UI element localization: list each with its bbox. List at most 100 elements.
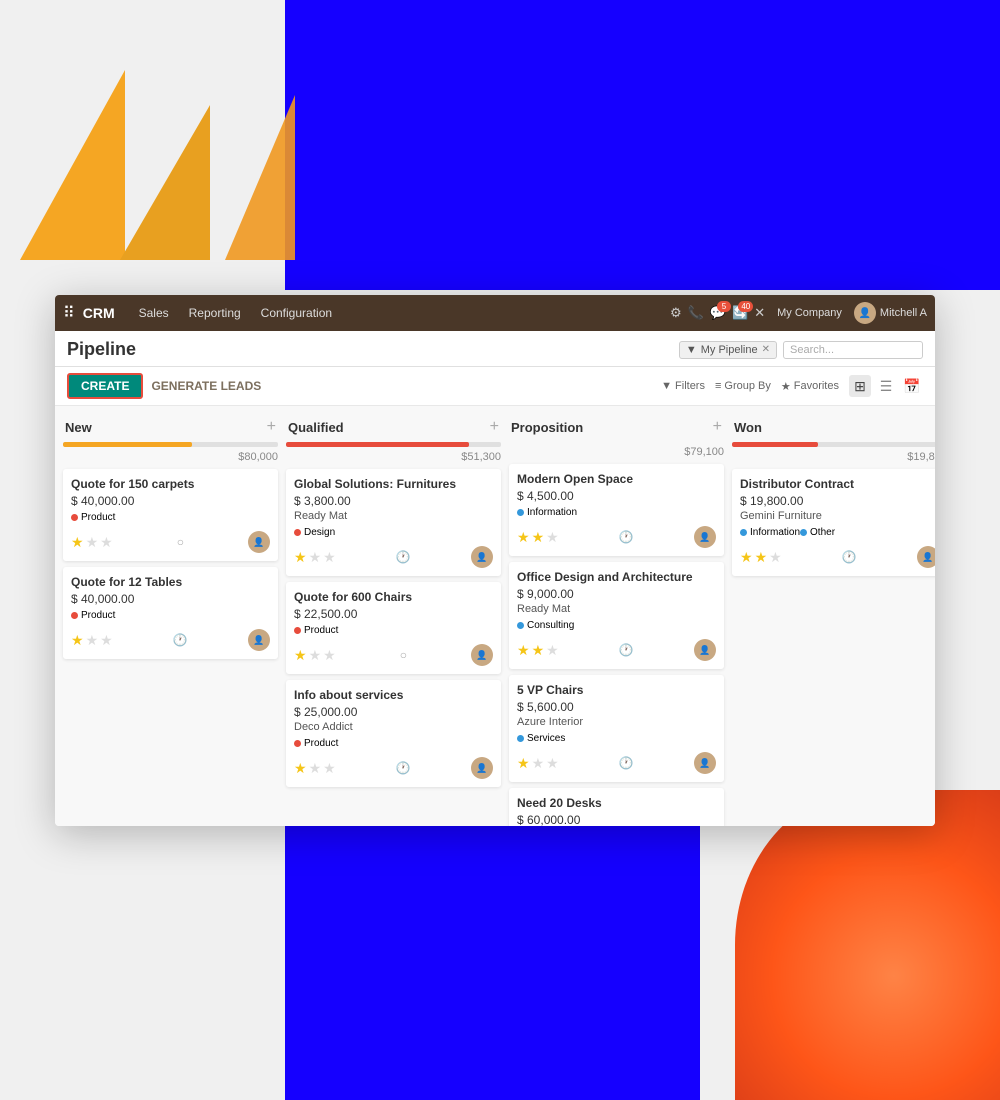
star-1[interactable]: ★ [740, 549, 753, 566]
chat-icon[interactable]: 💬5 [710, 305, 726, 321]
col-progress-qualified [286, 442, 501, 447]
filters-btn[interactable]: ▼ Filters [661, 380, 705, 392]
card-amount: $ 5,600.00 [517, 700, 716, 714]
star-1[interactable]: ★ [517, 642, 530, 659]
tag-label: Product [81, 512, 115, 523]
star-3[interactable]: ★ [100, 534, 113, 551]
star-2[interactable]: ★ [309, 549, 322, 566]
star-1[interactable]: ★ [294, 760, 307, 777]
card-stars[interactable]: ★★★ [71, 632, 113, 649]
card-tag: Information [517, 507, 577, 518]
kanban-card[interactable]: Global Solutions: Furnitures $ 3,800.00 … [286, 469, 501, 576]
star-3[interactable]: ★ [546, 642, 559, 659]
star-2[interactable]: ★ [532, 642, 545, 659]
kanban-view-btn[interactable]: ⊞ [849, 375, 871, 397]
star-2[interactable]: ★ [755, 549, 768, 566]
card-amount: $ 22,500.00 [294, 607, 493, 621]
generate-leads-button[interactable]: GENERATE LEADS [151, 379, 261, 393]
col-add-proposition[interactable]: + [713, 418, 722, 436]
calendar-view-btn[interactable]: 📅 [901, 375, 923, 397]
toolbar: CREATE GENERATE LEADS ▼ Filters ≡ Group … [55, 367, 935, 406]
star-2[interactable]: ★ [86, 632, 99, 649]
col-add-new[interactable]: + [267, 418, 276, 436]
card-stars[interactable]: ★★★ [517, 755, 559, 772]
kanban-card[interactable]: 5 VP Chairs $ 5,600.00 Azure Interior Se… [509, 675, 724, 782]
star-3[interactable]: ★ [323, 760, 336, 777]
star-3[interactable]: ★ [546, 755, 559, 772]
nav-reporting[interactable]: Reporting [181, 302, 249, 324]
kanban-card[interactable]: Distributor Contract $ 19,800.00 Gemini … [732, 469, 935, 576]
group-by-btn[interactable]: ≡ Group By [715, 380, 771, 392]
star-3[interactable]: ★ [769, 549, 782, 566]
favorites-btn[interactable]: ★ Favorites [781, 380, 839, 393]
star-2[interactable]: ★ [86, 534, 99, 551]
kanban-card[interactable]: Office Design and Architecture $ 9,000.0… [509, 562, 724, 669]
star-1[interactable]: ★ [71, 632, 84, 649]
card-title: Quote for 600 Chairs [294, 590, 493, 604]
tag-label: Consulting [527, 620, 574, 631]
col-progress-fill-new [63, 442, 192, 447]
tag-label: Information [527, 507, 577, 518]
card-title: 5 VP Chairs [517, 683, 716, 697]
card-stars[interactable]: ★★★ [294, 549, 336, 566]
nav-user[interactable]: 👤 Mitchell A [854, 302, 927, 324]
kanban-card[interactable]: Quote for 600 Chairs $ 22,500.00 Product… [286, 582, 501, 674]
card-avatar: 👤 [248, 629, 270, 651]
card-stars[interactable]: ★★★ [71, 534, 113, 551]
tag-dot [294, 627, 301, 634]
card-tag: Product [71, 512, 115, 523]
tag-label: Services [527, 733, 565, 744]
star-1[interactable]: ★ [71, 534, 84, 551]
filter-close[interactable]: ✕ [762, 344, 770, 355]
card-footer: ★★★ 🕐 👤 [517, 526, 716, 548]
col-total-won: $19,800 [732, 451, 935, 463]
my-pipeline-filter[interactable]: ▼ My Pipeline ✕ [679, 341, 777, 359]
col-header-qualified: Qualified + [286, 414, 501, 440]
user-avatar: 👤 [854, 302, 876, 324]
nav-configuration[interactable]: Configuration [253, 302, 340, 324]
card-stars[interactable]: ★★★ [517, 642, 559, 659]
kanban-card[interactable]: Info about services $ 25,000.00 Deco Add… [286, 680, 501, 787]
kanban-card[interactable]: Quote for 12 Tables $ 40,000.00 Product … [63, 567, 278, 659]
star-2[interactable]: ★ [309, 760, 322, 777]
star-1[interactable]: ★ [294, 549, 307, 566]
create-button[interactable]: CREATE [67, 373, 143, 399]
close-icon[interactable]: ✕ [754, 305, 765, 321]
star-3[interactable]: ★ [546, 529, 559, 546]
card-stars[interactable]: ★★★ [294, 760, 336, 777]
star-1[interactable]: ★ [294, 647, 307, 664]
tag-label: Product [304, 738, 338, 749]
card-stars[interactable]: ★★★ [517, 529, 559, 546]
card-amount: $ 40,000.00 [71, 494, 270, 508]
nav-company[interactable]: My Company [777, 307, 842, 319]
card-company: Ready Mat [294, 510, 493, 522]
star-3[interactable]: ★ [323, 647, 336, 664]
search-box[interactable]: Search... [783, 341, 923, 359]
list-view-btn[interactable]: ☰ [875, 375, 897, 397]
card-tag: Product [71, 610, 115, 621]
col-header-won: Won + [732, 414, 935, 440]
apps-icon[interactable]: ⠿ [63, 303, 75, 323]
star-2[interactable]: ★ [532, 529, 545, 546]
star-3[interactable]: ★ [323, 549, 336, 566]
star-1[interactable]: ★ [517, 529, 530, 546]
star-2[interactable]: ★ [532, 755, 545, 772]
star-3[interactable]: ★ [100, 632, 113, 649]
star-2[interactable]: ★ [309, 647, 322, 664]
filter-bar: ▼ My Pipeline ✕ Search... [679, 341, 923, 359]
activity-icon[interactable]: 🔄40 [732, 305, 748, 321]
settings-icon[interactable]: ⚙ [670, 305, 682, 321]
kanban-card[interactable]: Quote for 150 carpets $ 40,000.00 Produc… [63, 469, 278, 561]
card-stars[interactable]: ★★★ [294, 647, 336, 664]
star-1[interactable]: ★ [517, 755, 530, 772]
kanban-card[interactable]: Need 20 Desks $ 60,000.00 Consulting ★★★… [509, 788, 724, 826]
orange-bg-bottom [735, 790, 1000, 1100]
card-stars[interactable]: ★★★ [740, 549, 782, 566]
card-tag: Consulting [517, 620, 574, 631]
col-add-qualified[interactable]: + [490, 418, 499, 436]
nav-sales[interactable]: Sales [131, 302, 177, 324]
kanban-card[interactable]: Modern Open Space $ 4,500.00 Information… [509, 464, 724, 556]
card-title: Modern Open Space [517, 472, 716, 486]
phone-icon[interactable]: 📞 [688, 305, 704, 321]
blue-bg-top [285, 0, 1000, 290]
